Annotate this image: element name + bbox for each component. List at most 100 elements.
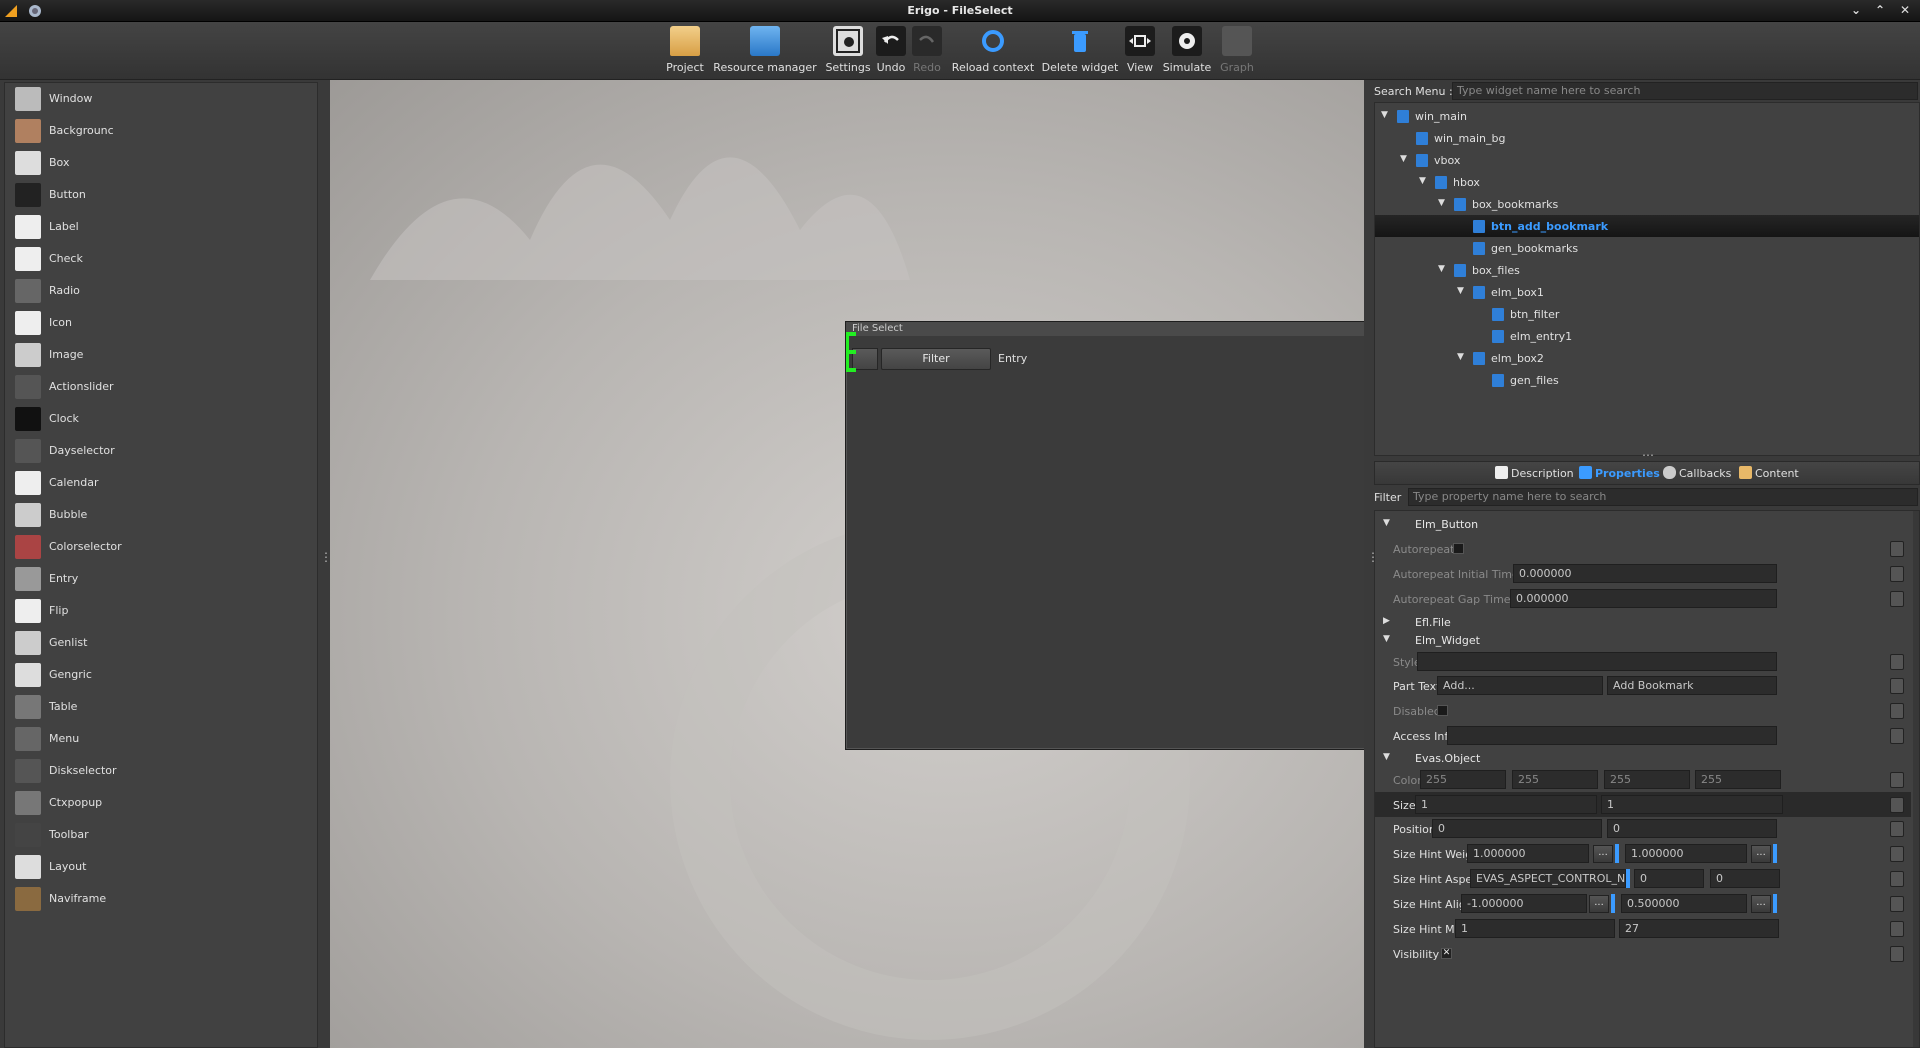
palette-item-image[interactable]: Image (11, 341, 311, 369)
tree-node-box-bookmarks[interactable]: ▼ box_bookmarks (1375, 193, 1919, 215)
reset-icon[interactable] (1890, 821, 1904, 837)
tree-node-btn-add-bookmark[interactable]: btn_add_bookmark (1375, 215, 1919, 237)
part-text-value-field[interactable]: Add Bookmark (1607, 676, 1777, 695)
chevron-down-icon[interactable]: ▼ (1419, 176, 1429, 186)
tab-properties[interactable]: Properties (1579, 466, 1660, 480)
align-x-more-button[interactable]: ... (1589, 895, 1609, 913)
palette-item-colorselector[interactable]: Colorselector (11, 533, 311, 561)
palette-item-window[interactable]: Window (11, 85, 311, 113)
size-h-field[interactable]: 1 (1601, 795, 1783, 814)
tree-node-gen-bookmarks[interactable]: gen_bookmarks (1375, 237, 1919, 259)
color-b-field[interactable]: 255 (1604, 770, 1690, 789)
reset-icon[interactable] (1890, 846, 1904, 862)
weight-y-slider[interactable] (1773, 844, 1777, 863)
reset-icon[interactable] (1890, 772, 1904, 788)
visibility-checkbox[interactable]: ✕ (1441, 948, 1452, 959)
align-x-slider[interactable] (1611, 894, 1615, 913)
palette-item-gengric[interactable]: Gengric (11, 661, 311, 689)
palette-item-check[interactable]: Check (11, 245, 311, 273)
align-y-slider[interactable] (1773, 894, 1777, 913)
aspect-w-field[interactable]: 0 (1634, 869, 1704, 888)
chevron-down-icon[interactable]: ▼ (1457, 286, 1467, 296)
chevron-down-icon[interactable]: ▼ (1381, 110, 1391, 120)
reset-icon[interactable] (1890, 654, 1904, 670)
reset-icon[interactable] (1890, 541, 1904, 557)
chevron-down-icon[interactable]: ▼ (1400, 154, 1410, 164)
palette-item-clock[interactable]: Clock (11, 405, 311, 433)
palette-item-menu[interactable]: Menu (11, 725, 311, 753)
resource-manager-button[interactable]: Resource manager (712, 26, 818, 78)
reset-icon[interactable] (1890, 703, 1904, 719)
weight-x-more-button[interactable]: ... (1593, 845, 1613, 863)
palette-item-dayselector[interactable]: Dayselector (11, 437, 311, 465)
reset-icon[interactable] (1890, 871, 1904, 887)
palette-item-toolbar[interactable]: Toolbar (11, 821, 311, 849)
autorepeat-checkbox[interactable] (1453, 543, 1464, 554)
palette-item-icon[interactable]: Icon (11, 309, 311, 337)
minimize-button[interactable]: ⌄ (1849, 3, 1863, 19)
palette-item-calendar[interactable]: Calendar (11, 469, 311, 497)
part-text-part-field[interactable]: Add... (1437, 676, 1603, 695)
settings-button[interactable]: Settings (824, 26, 872, 78)
aspect-mode-slider[interactable] (1626, 869, 1630, 888)
color-r-field[interactable]: 255 (1420, 770, 1506, 789)
weight-y-field[interactable]: 1.000000 (1625, 844, 1747, 863)
color-g-field[interactable]: 255 (1512, 770, 1598, 789)
reset-icon[interactable] (1890, 678, 1904, 694)
style-field[interactable] (1417, 652, 1777, 671)
tab-description[interactable]: Description (1495, 466, 1574, 480)
reset-icon[interactable] (1890, 591, 1904, 607)
tree-node-elm-entry1[interactable]: elm_entry1 (1375, 325, 1919, 347)
entry-preview[interactable]: Entry (998, 352, 1027, 365)
palette-item-ctxpopup[interactable]: Ctxpopup (11, 789, 311, 817)
tree-split-handle[interactable]: ⋯ (1642, 449, 1654, 461)
left-split-handle[interactable]: ⋮ (320, 551, 332, 563)
tree-node-elm-box2[interactable]: ▼ elm_box2 (1375, 347, 1919, 369)
aspect-h-field[interactable]: 0 (1710, 869, 1780, 888)
weight-y-more-button[interactable]: ... (1751, 845, 1771, 863)
align-y-more-button[interactable]: ... (1751, 895, 1771, 913)
tree-node-vbox[interactable]: ▼ vbox (1375, 149, 1919, 171)
redo-button[interactable]: Redo (910, 26, 944, 78)
filter-preview-button[interactable]: Filter (881, 348, 991, 370)
chevron-down-icon[interactable]: ▼ (1438, 264, 1448, 274)
color-a-field[interactable]: 255 (1695, 770, 1781, 789)
palette-item-naviframe[interactable]: Naviframe (11, 885, 311, 913)
tree-node-box-files[interactable]: ▼ box_files (1375, 259, 1919, 281)
palette-item-entry[interactable]: Entry (11, 565, 311, 593)
palette-item-layout[interactable]: Layout (11, 853, 311, 881)
maximize-button[interactable]: ⌃ (1873, 3, 1887, 19)
access-info-field[interactable] (1447, 726, 1777, 745)
palette-item-button[interactable]: Button (11, 181, 311, 209)
simulate-button[interactable]: Simulate (1162, 26, 1212, 78)
position-x-field[interactable]: 0 (1432, 819, 1602, 838)
palette-item-label[interactable]: Label (11, 213, 311, 241)
reload-context-button[interactable]: Reload context (950, 26, 1036, 78)
palette-item-actionslider[interactable]: Actionslider (11, 373, 311, 401)
tree-node-win-main-bg[interactable]: win_main_bg (1375, 127, 1919, 149)
reset-icon[interactable] (1890, 921, 1904, 937)
delete-widget-button[interactable]: Delete widget (1040, 26, 1120, 78)
palette-item-flip[interactable]: Flip (11, 597, 311, 625)
tab-content[interactable]: Content (1739, 466, 1799, 480)
right-split-handle[interactable]: ⋮ (1367, 551, 1379, 563)
align-x-field[interactable]: -1.000000 (1461, 894, 1587, 913)
weight-x-slider[interactable] (1615, 844, 1619, 863)
palette-item-backgrounc[interactable]: Backgrounc (11, 117, 311, 145)
close-button[interactable]: ✕ (1898, 3, 1912, 19)
palette-item-diskselector[interactable]: Diskselector (11, 757, 311, 785)
tree-node-btn-filter[interactable]: btn_filter (1375, 303, 1919, 325)
align-y-field[interactable]: 0.500000 (1621, 894, 1747, 913)
min-w-field[interactable]: 1 (1455, 919, 1615, 938)
aspect-mode-select[interactable]: EVAS_ASPECT_CONTROL_NONE (1470, 869, 1626, 888)
chevron-down-icon[interactable]: ▼ (1438, 198, 1448, 208)
project-button[interactable]: Project (664, 26, 706, 78)
reset-icon[interactable] (1890, 896, 1904, 912)
fileselect-preview-window[interactable]: File Select Filter Entry (845, 321, 1364, 750)
reset-icon[interactable] (1890, 728, 1904, 744)
tree-node-gen-files[interactable]: gen_files (1375, 369, 1919, 391)
chevron-down-icon[interactable]: ▼ (1457, 352, 1467, 362)
autorepeat-gap-field[interactable]: 0.000000 (1510, 589, 1777, 608)
palette-item-genlist[interactable]: Genlist (11, 629, 311, 657)
palette-item-box[interactable]: Box (11, 149, 311, 177)
